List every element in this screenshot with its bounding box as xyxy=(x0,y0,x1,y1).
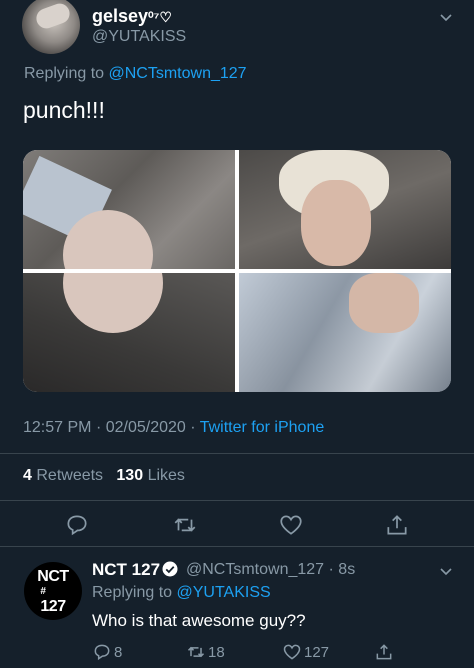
tweet-photo-2[interactable] xyxy=(239,150,451,269)
reply-author-avatar[interactable]: NCT #127 xyxy=(24,562,82,620)
reply-time: · 8s xyxy=(328,561,356,578)
reply-like-button[interactable]: 127 xyxy=(282,641,329,663)
share-icon[interactable] xyxy=(384,512,410,538)
retweet-count: 18 xyxy=(208,643,225,661)
avatar-text-bottom: 127 xyxy=(40,597,66,615)
likes-count: 130 xyxy=(116,467,144,484)
meta-separator: · xyxy=(95,419,102,436)
tweet-time: 12:57 PM xyxy=(23,419,92,436)
retweets-count: 4 xyxy=(23,467,32,484)
replying-to: Replying to @NCTsmtown_127 xyxy=(24,65,247,83)
retweet-icon[interactable] xyxy=(172,512,198,538)
tweet-source-link[interactable]: Twitter for iPhone xyxy=(200,419,325,436)
avatar-text-hash: # xyxy=(40,585,46,597)
tweet-photo-3[interactable] xyxy=(23,273,235,392)
replying-prefix: Replying to xyxy=(92,584,177,601)
divider xyxy=(0,546,474,547)
avatar-text-top: NCT xyxy=(37,567,69,585)
retweet-icon xyxy=(187,646,205,658)
reply-icon[interactable] xyxy=(64,512,90,538)
tweet-stats: 4 Retweets 130 Likes xyxy=(23,467,185,485)
tweet-text: punch!!! xyxy=(23,97,105,123)
divider xyxy=(0,500,474,501)
replying-prefix: Replying to xyxy=(24,65,109,82)
author-name[interactable]: gelsey⁰⁷♡ xyxy=(92,6,172,27)
author-avatar[interactable] xyxy=(22,0,80,54)
reply-text: Who is that awesome guy?? xyxy=(92,611,306,630)
tweet-header: gelsey⁰⁷♡ @YUTAKISS xyxy=(0,0,474,60)
replying-to-mention[interactable]: @YUTAKISS xyxy=(177,584,271,601)
like-icon[interactable] xyxy=(278,512,304,538)
reply-author-name[interactable]: NCT 127 xyxy=(92,560,160,580)
tweet-photo-1[interactable] xyxy=(23,150,235,269)
author-handle[interactable]: @YUTAKISS xyxy=(92,28,186,46)
tweet-meta: 12:57 PM · 02/05/2020 · Twitter for iPho… xyxy=(23,419,324,437)
tweet-media-grid[interactable] xyxy=(23,150,451,392)
retweets-label: Retweets xyxy=(36,467,104,484)
likes-stat[interactable]: 130 Likes xyxy=(116,467,185,484)
reply-icon xyxy=(94,644,110,661)
tweet-photo-4[interactable] xyxy=(239,273,451,392)
like-icon xyxy=(283,644,301,660)
likes-label: Likes xyxy=(147,467,185,484)
like-count: 127 xyxy=(304,643,330,661)
reply-share-button[interactable] xyxy=(374,641,396,663)
replying-to-mention[interactable]: @NCTsmtown_127 xyxy=(109,65,247,82)
reply-author-handle[interactable]: @NCTsmtown_127 · 8s xyxy=(186,561,355,579)
reply-reply-button[interactable]: 8 xyxy=(92,641,122,663)
author-display-name: gelsey xyxy=(92,6,149,26)
reply-count: 8 xyxy=(114,643,123,661)
reply-handle-text: @NCTsmtown_127 xyxy=(186,561,325,578)
avatar-text-bottom-wrap: #127 xyxy=(40,584,66,615)
reply-replying-to: Replying to @YUTAKISS xyxy=(92,584,271,602)
tweet-date: 02/05/2020 xyxy=(105,419,186,436)
author-name-suffix: ⁰⁷♡ xyxy=(148,9,172,25)
meta-separator: · xyxy=(190,419,196,436)
share-icon xyxy=(376,644,392,660)
retweets-stat[interactable]: 4 Retweets xyxy=(23,467,103,484)
chevron-down-icon[interactable] xyxy=(440,12,452,24)
chevron-down-icon[interactable] xyxy=(440,566,452,578)
divider xyxy=(0,453,474,454)
reply-retweet-button[interactable]: 18 xyxy=(186,641,225,663)
verified-badge-icon xyxy=(162,561,178,577)
